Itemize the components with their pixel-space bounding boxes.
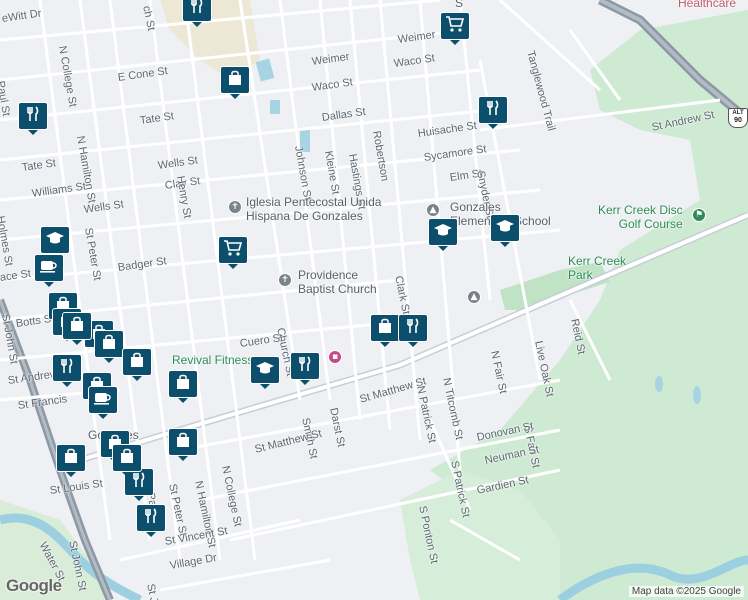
- marker-grocery-2[interactable]: [218, 236, 248, 269]
- marker-school-1[interactable]: [490, 214, 520, 247]
- bag-icon: [68, 315, 86, 338]
- marker-restaurant-5[interactable]: [398, 314, 428, 347]
- bag-icon: [174, 431, 192, 454]
- school-icon: [255, 360, 275, 381]
- bag-icon: [118, 447, 136, 470]
- school-icon: ▲: [426, 203, 440, 217]
- marker-shopping-9[interactable]: [168, 370, 198, 403]
- marker-restaurant-2[interactable]: [478, 96, 508, 129]
- poi-providence[interactable]: Providence Baptist Church: [298, 268, 377, 296]
- marker-restaurant-8[interactable]: [136, 504, 166, 537]
- poi-kerr-creek-park[interactable]: Kerr Creek Park: [568, 254, 626, 282]
- restaurant-icon: [296, 355, 314, 378]
- pond-1: [255, 58, 275, 82]
- marker-shopping-11[interactable]: [56, 444, 86, 477]
- pond-4: [655, 376, 663, 392]
- map-attribution[interactable]: Map data ©2025 Google: [628, 586, 744, 597]
- partial-poi-healthcare[interactable]: Healthcare: [678, 0, 736, 10]
- partial-poi-top[interactable]: S: [455, 0, 463, 10]
- marker-restaurant-4[interactable]: [52, 354, 82, 387]
- school-icon: [433, 222, 453, 243]
- pond-5: [693, 386, 701, 404]
- marker-shopping-14[interactable]: [62, 312, 92, 345]
- school-icon: [45, 230, 65, 251]
- marker-cafe-1[interactable]: [34, 254, 64, 287]
- restaurant-icon: [404, 317, 422, 340]
- bag-icon: [226, 69, 244, 92]
- marker-shopping-13[interactable]: [112, 444, 142, 477]
- marker-shopping-12[interactable]: [168, 428, 198, 461]
- marker-school-4[interactable]: [250, 356, 280, 389]
- restaurant-icon: [484, 99, 502, 122]
- marker-restaurant-6[interactable]: [290, 352, 320, 385]
- marker-restaurant-3[interactable]: [18, 102, 48, 135]
- school-icon: [495, 218, 515, 239]
- poi-iglesia[interactable]: Iglesia Pentecostal Unida Hispana De Gon…: [246, 195, 381, 223]
- restaurant-icon: [58, 357, 76, 380]
- cart-icon: [223, 239, 243, 262]
- coffee-icon: [39, 258, 59, 279]
- marker-shopping-6[interactable]: [122, 348, 152, 381]
- coffee-icon: [93, 390, 113, 411]
- pond-2: [270, 100, 280, 114]
- cross-icon: ✝: [278, 273, 292, 287]
- marker-school-2[interactable]: [428, 218, 458, 251]
- restaurant-icon: [24, 105, 42, 128]
- restaurant-icon: [142, 507, 160, 530]
- route-90-shield: ALT 90: [728, 108, 748, 128]
- bag-icon: [174, 373, 192, 396]
- google-logo: Google: [6, 576, 62, 595]
- bag-icon: [128, 351, 146, 374]
- bag-icon: [100, 333, 118, 356]
- marker-cafe-2[interactable]: [88, 386, 118, 419]
- golf-icon: ⚑: [692, 208, 706, 222]
- school-icon: ▲: [467, 290, 481, 304]
- marker-shopping-1[interactable]: [220, 66, 250, 99]
- poi-kerr-creek-disc[interactable]: Kerr Creek Disc Golf Course: [598, 203, 683, 231]
- map-canvas[interactable]: ALT 90 eWitt Dr N College St Paul St E C…: [0, 0, 748, 600]
- cart-icon: [445, 15, 465, 38]
- bag-icon: [62, 447, 80, 470]
- gym-icon: ▪: [328, 350, 342, 364]
- marker-shopping-7[interactable]: [370, 314, 400, 347]
- restaurant-icon: [188, 0, 206, 20]
- marker-restaurant-1[interactable]: [182, 0, 212, 27]
- bag-icon: [376, 317, 394, 340]
- map-base-layer: [0, 0, 748, 600]
- marker-shopping-5[interactable]: [94, 330, 124, 363]
- marker-grocery-1[interactable]: [440, 12, 470, 45]
- cross-icon: ✝: [228, 200, 242, 214]
- poi-revival-fitness[interactable]: Revival Fitness: [172, 353, 253, 367]
